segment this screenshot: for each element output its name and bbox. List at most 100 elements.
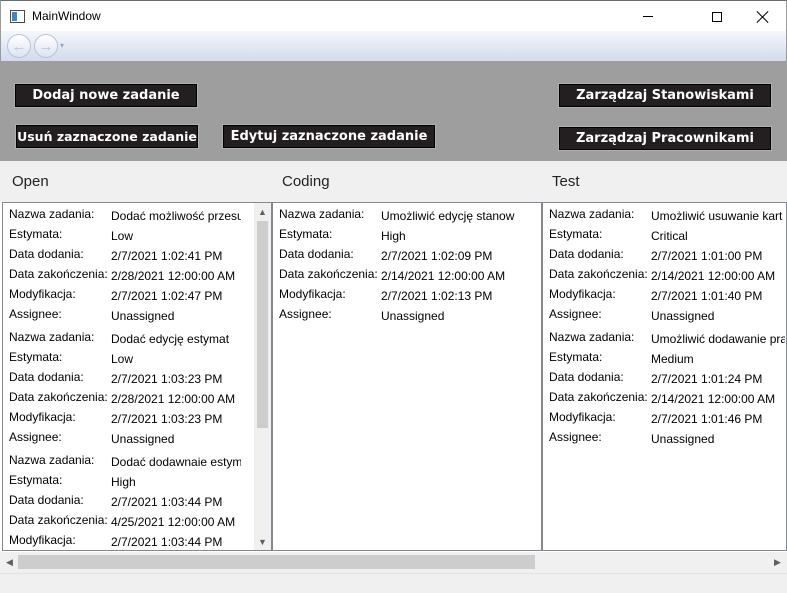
task-name: Umożliwić edycję stanow (381, 209, 515, 223)
estimate-label: Estymata: (9, 350, 63, 364)
edit-task-button[interactable]: Edytuj zaznaczone zadanie (223, 125, 435, 148)
forward-button[interactable]: → (34, 34, 58, 58)
task-card[interactable]: Nazwa zadania: Dodać dodawnaie estym Esty… (3, 449, 271, 550)
task-modification: 2/7/2021 1:01:46 PM (651, 412, 763, 426)
task-assignee: Unassigned (381, 309, 445, 323)
task-estimate: Low (111, 352, 134, 366)
close-button[interactable] (740, 1, 786, 32)
task-estimate: Low (111, 229, 134, 243)
task-modification: 2/7/2021 1:01:40 PM (651, 289, 763, 303)
add-task-button[interactable]: Dodaj nowe zadanie (15, 84, 197, 107)
title-bar: MainWindow (0, 0, 787, 31)
date-added-label: Data dodania: (9, 493, 84, 507)
date-added-label: Data dodania: (279, 247, 354, 261)
column-title-coding: Coding (282, 173, 330, 190)
assignee-label: Assignee: (9, 430, 62, 444)
task-date-added: 2/7/2021 1:02:09 PM (381, 249, 493, 263)
date-completed-label: Data zakończenia: (9, 267, 108, 281)
task-assignee: Unassigned (111, 309, 175, 323)
date-added-label: Data dodania: (549, 370, 624, 384)
name-label: Nazwa zadania: (279, 207, 365, 221)
history-dropdown-icon[interactable]: ▾ (60, 41, 64, 50)
manage-employees-button[interactable]: Zarządzaj Pracownikami (559, 127, 771, 150)
column-test[interactable]: Nazwa zadania: Umożliwić usuwanie kart Es… (542, 202, 787, 551)
task-modification: 2/7/2021 1:03:23 PM (111, 412, 223, 426)
task-card[interactable]: Nazwa zadania: Dodać możliwość przesu Est… (3, 203, 271, 326)
task-card[interactable]: Nazwa zadania: Umożliwić edycję stanow Es… (273, 203, 541, 326)
back-button[interactable]: ← (7, 34, 31, 58)
column-title-test: Test (552, 173, 580, 190)
minimize-button[interactable] (625, 1, 671, 32)
date-added-label: Data dodania: (9, 370, 84, 384)
column-coding[interactable]: Nazwa zadania: Umożliwić edycję stanow Es… (272, 202, 542, 551)
estimate-label: Estymata: (279, 227, 333, 241)
task-card[interactable]: Nazwa zadania: Umożliwić dodawanie pra Es… (543, 326, 786, 449)
task-assignee: Unassigned (651, 309, 715, 323)
task-estimate: High (381, 229, 406, 243)
back-arrow-icon: ← (11, 37, 27, 55)
task-estimate: Critical (651, 229, 688, 243)
estimate-label: Estymata: (549, 227, 603, 241)
assignee-label: Assignee: (549, 307, 602, 321)
toolbar: Dodaj nowe zadanie Usuń zaznaczone zadan… (0, 61, 787, 161)
forward-arrow-icon: → (38, 37, 54, 55)
scroll-right-icon[interactable]: ▶ (769, 554, 786, 571)
task-date-added: 2/7/2021 1:01:00 PM (651, 249, 763, 263)
task-date-added: 2/7/2021 1:03:44 PM (111, 495, 223, 509)
modification-label: Modyfikacja: (549, 410, 616, 424)
date-completed-label: Data zakończenia: (279, 267, 378, 281)
scroll-down-icon[interactable]: ▼ (254, 533, 271, 550)
scroll-left-icon[interactable]: ◀ (1, 554, 18, 571)
task-estimate: Medium (651, 352, 694, 366)
name-label: Nazwa zadania: (9, 453, 95, 467)
estimate-label: Estymata: (9, 227, 63, 241)
date-completed-label: Data zakończenia: (549, 390, 648, 404)
column-title-open: Open (12, 173, 49, 190)
navigation-bar: ← → ▾ (0, 31, 787, 61)
date-added-label: Data dodania: (9, 247, 84, 261)
assignee-label: Assignee: (279, 307, 332, 321)
task-card[interactable]: Nazwa zadania: Umożliwić usuwanie kart Es… (543, 203, 786, 326)
scrollbar-thumb[interactable] (18, 555, 535, 569)
date-added-label: Data dodania: (549, 247, 624, 261)
task-assignee: Unassigned (651, 432, 715, 446)
column-headers: Open Coding Test (0, 161, 787, 202)
horizontal-scrollbar[interactable]: ◀ ▶ (0, 552, 787, 573)
assignee-label: Assignee: (9, 307, 62, 321)
maximize-icon (712, 11, 722, 22)
date-completed-label: Data zakończenia: (549, 267, 648, 281)
modification-label: Modyfikacja: (549, 287, 616, 301)
task-name: Dodać edycję estymat (111, 332, 230, 346)
maximize-button[interactable] (694, 1, 740, 32)
window-title: MainWindow (32, 9, 101, 23)
name-label: Nazwa zadania: (549, 330, 635, 344)
task-date-added: 2/7/2021 1:02:41 PM (111, 249, 223, 263)
task-date-completed: 2/14/2021 12:00:00 AM (651, 269, 776, 283)
task-date-added: 2/7/2021 1:03:23 PM (111, 372, 223, 386)
date-completed-label: Data zakończenia: (9, 390, 108, 404)
task-name: Dodać dodawnaie estym (111, 455, 241, 469)
name-label: Nazwa zadania: (549, 207, 635, 221)
scrollbar-thumb[interactable] (257, 221, 268, 428)
vertical-scrollbar[interactable]: ▲ ▼ (254, 203, 271, 550)
task-date-completed: 2/14/2021 12:00:00 AM (381, 269, 506, 283)
modification-label: Modyfikacja: (9, 287, 76, 301)
task-date-completed: 2/14/2021 12:00:00 AM (651, 392, 776, 406)
manage-positions-button[interactable]: Zarządzaj Stanowiskami (559, 84, 771, 107)
window-bottom-strip (0, 573, 787, 593)
modification-label: Modyfikacja: (279, 287, 346, 301)
scroll-up-icon[interactable]: ▲ (254, 203, 271, 220)
task-card[interactable]: Nazwa zadania: Dodać edycję estymat Estym… (3, 326, 271, 449)
task-estimate: High (111, 475, 136, 489)
delete-task-button[interactable]: Usuń zaznaczone zadanie (16, 125, 198, 148)
estimate-label: Estymata: (549, 350, 603, 364)
app-window-icon (10, 10, 25, 23)
task-assignee: Unassigned (111, 432, 175, 446)
assignee-label: Assignee: (549, 430, 602, 444)
name-label: Nazwa zadania: (9, 207, 95, 221)
estimate-label: Estymata: (9, 473, 63, 487)
task-name: Umożliwić dodawanie pra (651, 332, 785, 346)
column-open[interactable]: Nazwa zadania: Dodać możliwość przesu Est… (2, 202, 272, 551)
modification-label: Modyfikacja: (9, 410, 76, 424)
task-date-completed: 2/28/2021 12:00:00 AM (111, 269, 236, 283)
